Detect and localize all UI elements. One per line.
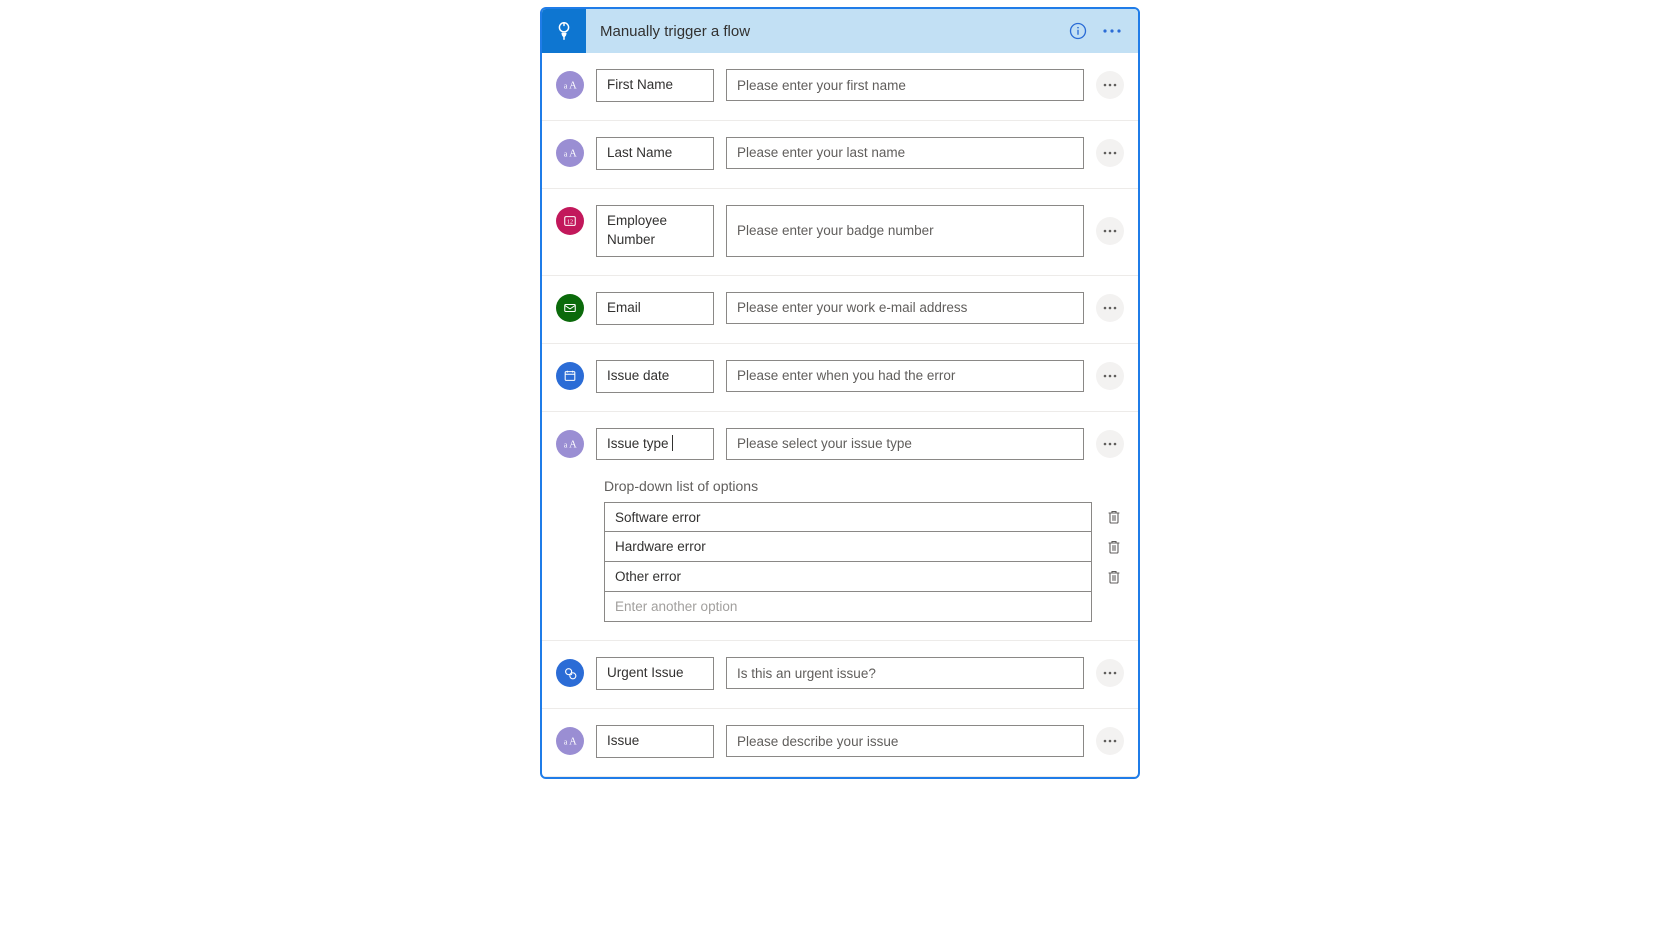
date-type-icon	[556, 362, 584, 390]
option-row	[604, 532, 1124, 562]
option-input[interactable]	[604, 562, 1092, 592]
svg-text:A: A	[569, 148, 577, 159]
field-desc-input[interactable]	[726, 205, 1084, 257]
header-actions	[1068, 21, 1138, 41]
field-desc-input[interactable]	[726, 69, 1084, 101]
row-more-button[interactable]	[1096, 430, 1124, 458]
input-row-first-name: aA	[542, 53, 1138, 121]
more-icon[interactable]	[1102, 28, 1122, 34]
yesno-type-icon	[556, 659, 584, 687]
number-type-icon: 12	[556, 207, 584, 235]
svg-text:a: a	[564, 149, 568, 158]
row-more-button[interactable]	[1096, 217, 1124, 245]
svg-text:a: a	[564, 82, 568, 91]
field-name-input[interactable]	[596, 69, 714, 102]
text-type-icon: aA	[556, 71, 584, 99]
option-input[interactable]	[604, 532, 1092, 562]
field-desc-input[interactable]	[726, 360, 1084, 392]
row-more-button[interactable]	[1096, 727, 1124, 755]
field-name-input[interactable]: Issue type	[596, 428, 714, 461]
input-row-last-name: aA	[542, 121, 1138, 189]
svg-text:a: a	[564, 440, 568, 449]
input-row-employee-number: 12 Employee Number	[542, 189, 1138, 276]
field-name-text: Issue type	[607, 435, 669, 454]
field-desc-input[interactable]	[726, 428, 1084, 460]
text-type-icon: aA	[556, 139, 584, 167]
text-type-icon: aA	[556, 727, 584, 755]
delete-option-button[interactable]	[1104, 539, 1124, 555]
row-more-button[interactable]	[1096, 362, 1124, 390]
field-desc-input[interactable]	[726, 657, 1084, 689]
flow-trigger-card: Manually trigger a flow aA	[540, 7, 1140, 779]
text-type-icon: aA	[556, 430, 584, 458]
svg-text:A: A	[569, 81, 577, 92]
delete-option-button[interactable]	[1104, 569, 1124, 585]
field-name-input[interactable]	[596, 725, 714, 758]
input-row-issue-date	[542, 344, 1138, 412]
option-input[interactable]	[604, 502, 1092, 532]
field-name-input[interactable]	[596, 137, 714, 170]
text-cursor-icon	[672, 435, 673, 451]
svg-text:a: a	[564, 738, 568, 747]
option-row	[604, 562, 1124, 592]
option-row	[604, 592, 1124, 622]
row-more-button[interactable]	[1096, 294, 1124, 322]
field-desc-input[interactable]	[726, 725, 1084, 757]
svg-text:A: A	[569, 439, 577, 450]
field-name-input[interactable]	[596, 657, 714, 690]
field-desc-input[interactable]	[726, 292, 1084, 324]
trigger-icon	[542, 9, 586, 53]
email-type-icon	[556, 294, 584, 322]
field-name-input[interactable]	[596, 292, 714, 325]
svg-text:12: 12	[567, 219, 573, 225]
dropdown-options-block: Drop-down list of options	[542, 460, 1138, 641]
row-more-button[interactable]	[1096, 71, 1124, 99]
delete-option-button[interactable]	[1104, 509, 1124, 525]
row-more-button[interactable]	[1096, 659, 1124, 687]
field-name-input[interactable]	[596, 360, 714, 393]
option-row	[604, 502, 1124, 532]
row-more-button[interactable]	[1096, 139, 1124, 167]
dropdown-options-label: Drop-down list of options	[604, 460, 1124, 502]
field-name-input[interactable]: Employee Number	[596, 205, 714, 257]
field-desc-input[interactable]	[726, 137, 1084, 169]
card-title: Manually trigger a flow	[586, 23, 1068, 40]
info-icon[interactable]	[1068, 21, 1088, 41]
input-row-issue: aA	[542, 709, 1138, 777]
new-option-input[interactable]	[604, 592, 1092, 622]
svg-text:A: A	[569, 737, 577, 748]
input-row-email	[542, 276, 1138, 344]
input-row-urgent-issue	[542, 641, 1138, 709]
card-header: Manually trigger a flow	[542, 9, 1138, 53]
